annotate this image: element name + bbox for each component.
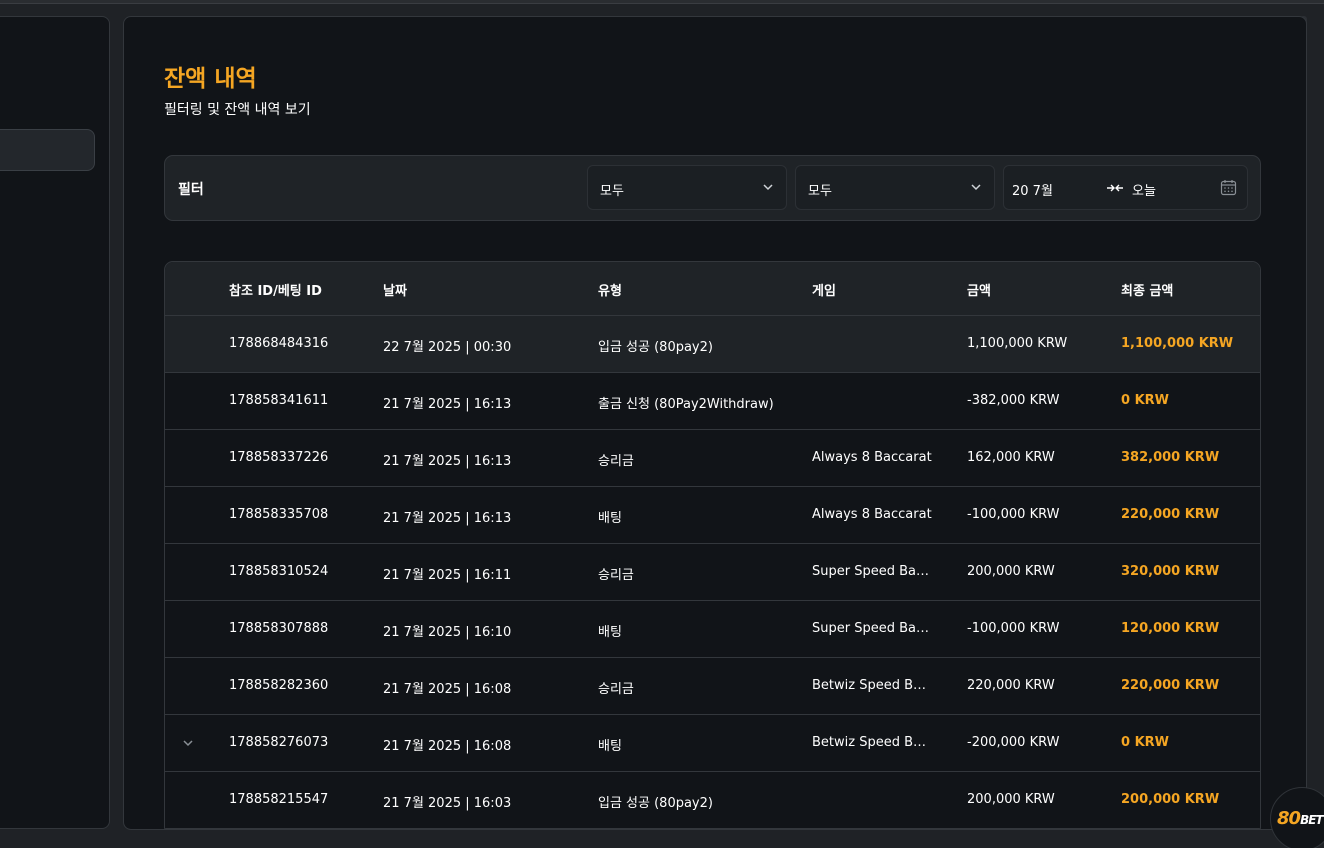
date-end[interactable]: 오늘	[1132, 180, 1156, 199]
balance-history-table: 참조 ID/베팅 ID 날짜 유형 게임 금액 최종 금액 1788684843…	[164, 261, 1261, 829]
cell-date: 21 7월 2025 | 16:11	[383, 568, 512, 583]
chevron-down-icon	[763, 184, 773, 191]
cell-type: 승리금	[598, 568, 634, 583]
cell-type: 입금 성공 (80pay2)	[598, 340, 713, 355]
column-header-type[interactable]: 유형	[598, 280, 622, 299]
table-row[interactable]: 178858307888 21 7월 2025 | 16:10 배팅 Super Sp…	[165, 601, 1260, 658]
game-filter-select[interactable]: 모두	[795, 165, 995, 210]
cell-type: 출금 신청 (80Pay2Withdraw)	[598, 397, 774, 412]
cell-ref-id: 178858341611	[229, 393, 329, 408]
page-title: 잔액 내역	[164, 66, 257, 92]
cell-final-amount: 120,000 KRW	[1121, 621, 1220, 636]
table-row[interactable]: 178858337226 21 7월 2025 | 16:13 승리금 Always …	[165, 430, 1260, 487]
sidebar	[0, 16, 110, 829]
type-filter-value: 모두	[600, 184, 624, 199]
table-row[interactable]: 178858335708 21 7월 2025 | 16:13 배팅 Always 8…	[165, 487, 1260, 544]
cell-amount: -100,000 KRW	[967, 507, 1060, 522]
cell-amount: 1,100,000 KRW	[967, 336, 1068, 351]
date-range-picker[interactable]: 20 7월 오늘	[1003, 165, 1248, 210]
cell-amount: -100,000 KRW	[967, 621, 1060, 636]
cell-amount: -200,000 KRW	[967, 735, 1060, 750]
cell-type: 배팅	[598, 511, 622, 526]
cell-type: 배팅	[598, 625, 622, 640]
cell-amount: -382,000 KRW	[967, 393, 1060, 408]
cell-ref-id: 178858335708	[229, 507, 329, 522]
cell-game: Betwiz Speed B…	[812, 735, 927, 750]
cell-ref-id: 178868484316	[229, 336, 329, 351]
cell-game: Always 8 Baccarat	[812, 450, 932, 465]
cell-date: 21 7월 2025 | 16:03	[383, 796, 512, 811]
logo-suffix: BET	[1300, 813, 1324, 827]
cell-date: 21 7월 2025 | 16:13	[383, 511, 512, 526]
table-row[interactable]: 178858276073 21 7월 2025 | 16:08 배팅 Betwiz S…	[165, 715, 1260, 772]
main-panel: 잔액 내역 필터링 및 잔액 내역 보기 필터 모두 모두 20 7월 오늘 참…	[123, 16, 1307, 830]
cell-ref-id: 178858215547	[229, 792, 329, 807]
cell-date: 21 7월 2025 | 16:13	[383, 454, 512, 469]
table-row[interactable]: 178858310524 21 7월 2025 | 16:11 승리금 Super S…	[165, 544, 1260, 601]
cell-amount: 162,000 KRW	[967, 450, 1055, 465]
column-header-date[interactable]: 날짜	[383, 280, 407, 299]
cell-date: 21 7월 2025 | 16:13	[383, 397, 512, 412]
table-row[interactable]: 178858215547 21 7월 2025 | 16:03 입금 성공 (80p…	[165, 772, 1260, 829]
type-filter-select[interactable]: 모두	[587, 165, 787, 210]
cell-amount: 220,000 KRW	[967, 678, 1055, 693]
table-row[interactable]: 178868484316 22 7월 2025 | 00:30 입금 성공 (80p…	[165, 316, 1260, 373]
sidebar-active-item[interactable]	[0, 129, 95, 171]
column-header-game[interactable]: 게임	[812, 280, 934, 299]
filter-bar: 필터 모두 모두 20 7월 오늘	[164, 155, 1261, 221]
window-top-bar	[0, 0, 1324, 4]
table-row[interactable]: 178858282360 21 7월 2025 | 16:08 승리금 Betwiz …	[165, 658, 1260, 715]
chevron-down-icon	[971, 184, 981, 191]
cell-ref-id: 178858282360	[229, 678, 329, 693]
cell-type: 배팅	[598, 739, 622, 754]
cell-game: Betwiz Speed B…	[812, 678, 927, 693]
brand-logo[interactable]: 80BET	[1270, 787, 1324, 848]
cell-date: 22 7월 2025 | 00:30	[383, 340, 512, 355]
page-subtitle: 필터링 및 잔액 내역 보기	[164, 102, 311, 118]
cell-amount: 200,000 KRW	[967, 564, 1055, 579]
cell-final-amount: 200,000 KRW	[1121, 792, 1220, 807]
cell-ref-id: 178858310524	[229, 564, 329, 579]
cell-final-amount: 220,000 KRW	[1121, 507, 1220, 522]
cell-ref-id: 178858307888	[229, 621, 329, 636]
swap-arrows-icon	[1107, 184, 1123, 192]
column-header-id[interactable]: 참조 ID/베팅 ID	[229, 280, 322, 299]
column-header-final-amount[interactable]: 최종 금액	[1121, 280, 1173, 299]
cell-date: 21 7월 2025 | 16:08	[383, 739, 512, 754]
column-header-amount[interactable]: 금액	[967, 280, 991, 299]
cell-final-amount: 0 KRW	[1121, 735, 1169, 750]
cell-ref-id: 178858337226	[229, 450, 329, 465]
cell-final-amount: 1,100,000 KRW	[1121, 336, 1234, 351]
cell-final-amount: 382,000 KRW	[1121, 450, 1220, 465]
chevron-down-icon[interactable]	[182, 738, 194, 748]
cell-type: 승리금	[598, 682, 634, 697]
cell-final-amount: 0 KRW	[1121, 393, 1169, 408]
cell-type: 승리금	[598, 454, 634, 469]
cell-amount: 200,000 KRW	[967, 792, 1055, 807]
calendar-icon[interactable]	[1220, 179, 1237, 196]
logo-text: 80BET	[1277, 808, 1324, 829]
table-row[interactable]: 178858341611 21 7월 2025 | 16:13 출금 신청 (80P…	[165, 373, 1260, 430]
table-header: 참조 ID/베팅 ID 날짜 유형 게임 금액 최종 금액	[165, 262, 1260, 316]
cell-ref-id: 178858276073	[229, 735, 329, 750]
cell-final-amount: 320,000 KRW	[1121, 564, 1220, 579]
game-filter-value: 모두	[808, 184, 832, 199]
cell-type: 입금 성공 (80pay2)	[598, 796, 713, 811]
cell-date: 21 7월 2025 | 16:08	[383, 682, 512, 697]
cell-date: 21 7월 2025 | 16:10	[383, 625, 512, 640]
date-start[interactable]: 20 7월	[1012, 180, 1053, 199]
cell-game: Super Speed Ba…	[812, 621, 929, 636]
logo-main: 80	[1277, 808, 1301, 829]
cell-game: Super Speed Ba…	[812, 564, 929, 579]
cell-game: Always 8 Baccarat	[812, 507, 932, 522]
filter-label: 필터	[178, 182, 204, 198]
cell-final-amount: 220,000 KRW	[1121, 678, 1220, 693]
